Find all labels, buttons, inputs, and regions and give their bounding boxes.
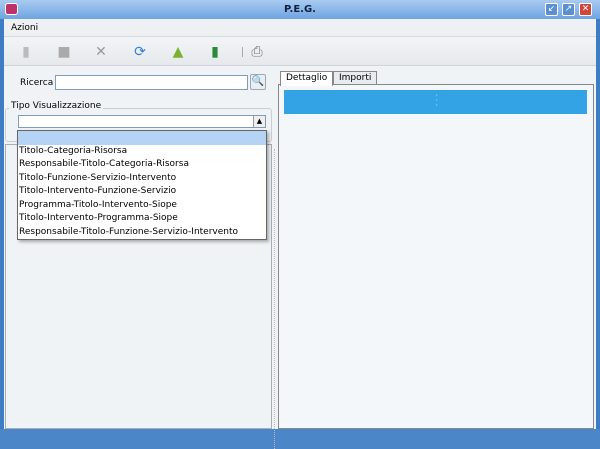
tab-importi[interactable]: Importi [333,71,378,85]
view-type-combo[interactable]: ▲ [18,115,266,128]
toolbar: ▮ ■ ✕ ⟳ ▲ ▮ ⎙ [4,38,596,66]
app-window: P.E.G. ↙ ↗ ✕ Azioni ▮ ■ ✕ ⟳ ▲ ▮ ⎙ Ricerc… [0,0,600,449]
dropdown-option[interactable]: Responsabile-Titolo-Funzione-Servizio-In… [18,226,266,240]
drag-handle[interactable]: · · · [436,92,439,110]
title-bar: P.E.G. ↙ ↗ ✕ [0,0,600,19]
save-icon[interactable]: ■ [56,44,72,60]
search-input[interactable] [55,75,248,90]
detail-header-bar: · · · [284,90,587,114]
chevron-up-icon[interactable]: ▲ [253,116,265,127]
binder-icon[interactable]: ▮ [207,44,223,60]
maximize-button[interactable]: ↗ [562,3,575,16]
dropdown-option[interactable]: Programma-Titolo-Intervento-Siope [18,199,266,213]
new-icon[interactable]: ▮ [18,44,34,60]
right-panel: Dettaglio Importi · · · [278,67,596,429]
dropdown-option[interactable]: Responsabile-Titolo-Categoria-Risorsa [18,158,266,172]
search-button[interactable]: 🔍 [250,74,266,90]
delete-icon[interactable]: ✕ [93,44,109,60]
menu-bar: Azioni [4,19,596,37]
close-button[interactable]: ✕ [579,3,592,16]
dropdown-option[interactable]: Titolo-Intervento-Funzione-Servizio [18,185,266,199]
tab-content: · · · [278,84,594,429]
view-type-dropdown: Titolo-Categoria-Risorsa Responsabile-Ti… [17,130,267,240]
dropdown-option[interactable] [18,131,266,145]
refresh-icon[interactable]: ⟳ [132,44,148,60]
left-panel: Ricerca 🔍 Tipo Visualizzazione ▲ Titolo-… [4,67,272,429]
folder-up-icon[interactable]: ▲ [170,44,186,60]
minimize-button[interactable]: ↙ [545,3,558,16]
tab-dettaglio[interactable]: Dettaglio [280,71,334,86]
print-icon[interactable]: ⎙ [249,44,265,60]
magnifier-icon: 🔍 [251,76,265,87]
view-type-title: Tipo Visualizzazione [9,101,104,111]
search-label: Ricerca [20,78,54,88]
dropdown-option[interactable]: Titolo-Intervento-Programma-Siope [18,212,266,226]
splitter[interactable] [274,149,277,449]
menu-azioni[interactable]: Azioni [11,23,38,33]
dropdown-option[interactable]: Titolo-Funzione-Servizio-Intervento [18,172,266,186]
dropdown-option[interactable]: Titolo-Categoria-Risorsa [18,145,266,159]
toolbar-separator [242,47,243,57]
window-title: P.E.G. [284,4,316,15]
